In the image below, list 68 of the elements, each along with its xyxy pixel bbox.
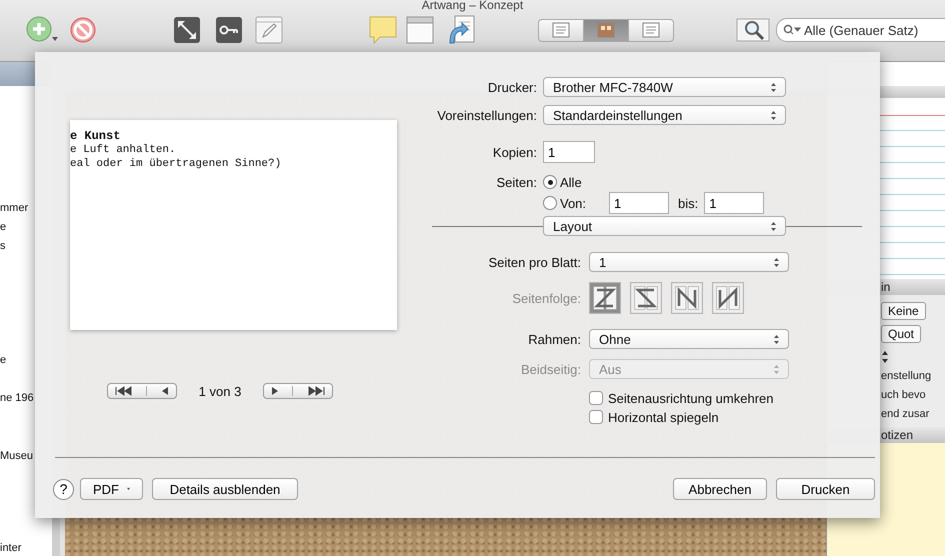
copies-field[interactable]: 1 <box>543 141 595 163</box>
preview-line: eal oder im übertragenen Sinne?) <box>70 157 282 171</box>
checkbox-icon <box>589 391 603 405</box>
next-last-buttons[interactable] <box>263 383 333 399</box>
up-down-arrows-icon <box>770 110 777 121</box>
pencil-icon[interactable] <box>255 16 283 44</box>
checkbox[interactable]: Horizontal spiegeln <box>589 410 719 424</box>
page-counter: 1 von 3 <box>198 384 242 398</box>
preview-heading: e Kunst <box>70 129 122 143</box>
field-label: Voreinstellungen: <box>436 108 537 122</box>
inspector-text: uch bevo <box>881 388 926 400</box>
field-label: Seiten: <box>496 174 537 190</box>
binder-item[interactable]: inter <box>0 539 52 556</box>
search-field[interactable]: Alle (Genauer Satz) <box>776 18 945 42</box>
inspector-text: enstellung <box>881 370 932 382</box>
up-down-arrows-icon <box>773 334 780 345</box>
radio-option[interactable]: Alle <box>543 174 582 190</box>
up-down-arrows-icon <box>770 221 777 232</box>
expand-icon[interactable] <box>173 16 201 44</box>
page-order-button[interactable] <box>671 279 703 317</box>
field-label: Beidseitig: <box>520 362 581 376</box>
inspector-text: end zusar <box>881 408 930 420</box>
cancel-button[interactable]: Abbrechen <box>673 478 767 500</box>
up-down-arrows-icon <box>770 82 777 93</box>
window-title: Artwang – Konzept <box>420 0 524 12</box>
next-page-icon[interactable] <box>270 386 280 396</box>
window-icon[interactable] <box>406 16 434 44</box>
preview-line: e Luft anhalten. <box>70 143 177 157</box>
field-label: Drucker: <box>486 80 537 94</box>
popup-button[interactable]: Keine <box>881 302 926 320</box>
print-button[interactable]: Drucken <box>776 478 875 500</box>
previous-page-icon[interactable] <box>160 386 170 396</box>
field-label: Kopien: <box>492 144 537 160</box>
key-icon[interactable] <box>215 16 243 44</box>
first-page-icon[interactable] <box>114 386 134 396</box>
field-label: Rahmen: <box>527 332 581 346</box>
to-page-field[interactable]: 1 <box>704 192 764 214</box>
field-label: Seiten pro Blatt: <box>488 254 581 270</box>
from-page-field[interactable]: 1 <box>609 192 669 214</box>
presets-popup[interactable]: Standardeinstellungen <box>543 105 786 125</box>
section-popup[interactable]: Layout <box>543 216 786 236</box>
pdf-menu-button[interactable]: PDF <box>80 478 143 500</box>
search-icon[interactable] <box>736 16 770 44</box>
field-label: bis: <box>678 196 698 210</box>
radio-option[interactable]: Von: <box>543 196 609 210</box>
page-order-button[interactable] <box>630 279 662 317</box>
up-down-arrows-icon <box>773 257 780 268</box>
page-order-button[interactable] <box>712 279 744 317</box>
last-page-icon[interactable] <box>306 386 326 396</box>
document-icon <box>551 22 571 38</box>
printer-popup[interactable]: Brother MFC-7840W <box>543 77 786 97</box>
first-previous-buttons[interactable] <box>107 383 177 399</box>
page-order-button[interactable] <box>589 279 621 317</box>
caret-icon <box>127 486 130 492</box>
field-label: Seitenfolge: <box>511 290 581 306</box>
popup-button[interactable]: Ohne <box>589 329 789 349</box>
corkboard-icon <box>596 22 616 38</box>
checkbox[interactable]: Seitenausrichtung umkehren <box>589 390 774 406</box>
help-button[interactable]: ? <box>53 478 74 500</box>
up-down-arrows-icon <box>773 364 780 375</box>
popup-button[interactable]: Quot <box>881 324 922 342</box>
document-icon <box>641 22 661 38</box>
popup-button[interactable]: 1 <box>589 252 789 272</box>
checkbox-icon <box>589 410 603 424</box>
no-entry-icon[interactable] <box>69 16 97 44</box>
view-mode-button[interactable] <box>584 20 629 40</box>
search-icon <box>783 24 801 36</box>
hide-details-button[interactable]: Details ausblenden <box>152 478 298 500</box>
